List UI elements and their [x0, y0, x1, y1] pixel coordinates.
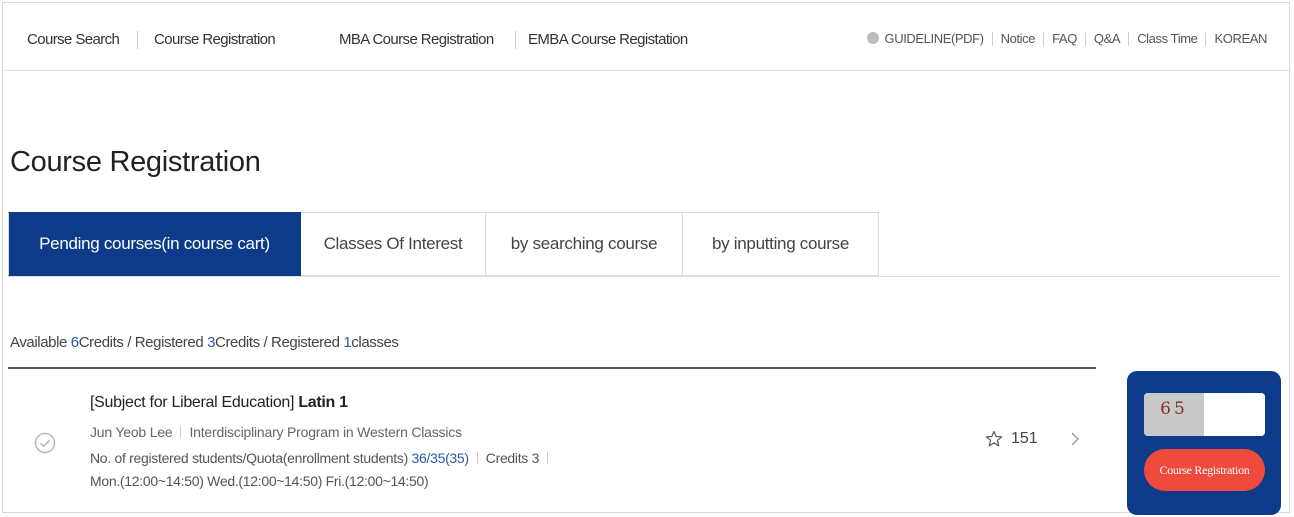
nav-course-search[interactable]: Course Search: [27, 31, 120, 48]
tab-by-searching-course[interactable]: by searching course: [486, 212, 683, 276]
course-category: [Subject for Liberal Education]: [90, 394, 299, 411]
tab-underline: [8, 276, 1280, 277]
course-department: Interdisciplinary Program in Western Cla…: [189, 424, 462, 440]
interest-toggle[interactable]: 151: [985, 430, 1038, 448]
credits-text: Credits / Registered: [215, 334, 344, 351]
enrollment-label: No. of registered students/Quota(enrollm…: [90, 450, 412, 466]
tab-classes-of-interest[interactable]: Classes Of Interest: [301, 212, 486, 276]
captcha-input[interactable]: [1204, 393, 1265, 436]
available-credits: 6: [70, 334, 79, 351]
course-credits: Credits 3: [485, 450, 540, 466]
interest-count: 151: [1011, 430, 1038, 447]
nav-notice[interactable]: Notice: [993, 31, 1043, 46]
credits-summary: Available 6Credits / Registered 3Credits…: [10, 334, 399, 351]
utility-menu: GUIDELINE(PDF) Notice FAQ Q&A Class Time…: [859, 31, 1275, 46]
course-schedule: Mon.(12:00~14:50) Wed.(12:00~14:50) Fri.…: [90, 473, 429, 489]
divider: [180, 426, 182, 438]
divider: [547, 452, 549, 464]
tab-by-inputting-course[interactable]: by inputting course: [683, 212, 879, 276]
registered-credits: 3: [207, 334, 216, 351]
tab-pending-courses[interactable]: Pending courses(in course cart): [8, 212, 301, 276]
course-enrollment-line: No. of registered students/Quota(enrollm…: [90, 450, 556, 466]
nav-guideline[interactable]: GUIDELINE(PDF): [859, 31, 992, 46]
nav-mba-course-registration[interactable]: MBA Course Registration: [339, 31, 494, 48]
nav-qna[interactable]: Q&A: [1086, 31, 1128, 46]
captcha-box: 65: [1144, 393, 1265, 436]
star-icon: [985, 430, 1003, 447]
course-title[interactable]: [Subject for Liberal Education] Latin 1: [90, 394, 348, 412]
divider: [476, 452, 478, 464]
check-circle-icon[interactable]: [34, 432, 56, 454]
info-icon: [866, 32, 879, 44]
nav-language-korean[interactable]: KOREAN: [1206, 31, 1275, 46]
nav-class-time[interactable]: Class Time: [1129, 31, 1205, 46]
nav-emba-course-registration[interactable]: EMBA Course Registation: [528, 31, 688, 48]
course-professor: Jun Yeob Lee: [90, 424, 173, 440]
nav-divider: [137, 31, 138, 49]
list-divider: [8, 367, 1096, 369]
credits-text: classes: [351, 334, 399, 351]
guideline-label: GUIDELINE(PDF): [884, 31, 985, 46]
chevron-right-icon[interactable]: [1068, 429, 1082, 449]
credits-text: Credits / Registered: [78, 334, 208, 351]
course-name: Latin 1: [298, 394, 348, 411]
tab-bar: Pending courses(in course cart) Classes …: [8, 212, 879, 278]
captcha-image: 65: [1144, 393, 1204, 436]
nav-course-registration[interactable]: Course Registration: [154, 31, 276, 48]
enrollment-value: 36/35(35): [411, 450, 470, 466]
nav-divider: [515, 31, 516, 49]
nav-faq[interactable]: FAQ: [1044, 31, 1085, 46]
course-registration-button[interactable]: Course Registration: [1144, 449, 1265, 491]
credits-text: Available: [10, 334, 71, 351]
course-instructor-line: Jun Yeob Lee Interdisciplinary Program in…: [90, 424, 462, 440]
page-title: Course Registration: [10, 146, 261, 178]
top-navigation: Course Search Course Registration MBA Co…: [3, 3, 1291, 71]
